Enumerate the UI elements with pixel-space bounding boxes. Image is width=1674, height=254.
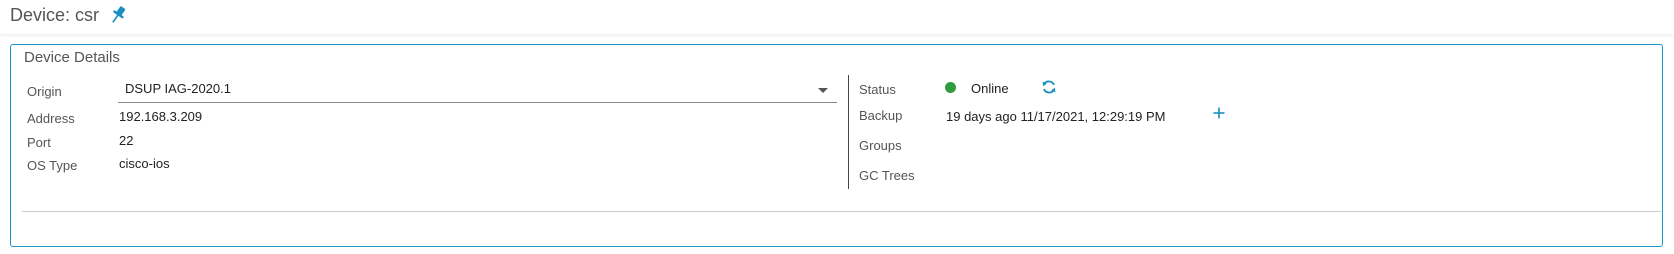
os-type-value: cisco-ios bbox=[119, 156, 170, 171]
status-label: Status bbox=[859, 82, 896, 97]
backup-value: 19 days ago 11/17/2021, 12:29:19 PM bbox=[946, 109, 1166, 124]
device-details-card: Device Details Origin DSUP IAG-2020.1 Ad… bbox=[10, 44, 1663, 247]
address-label: Address bbox=[27, 111, 75, 126]
status-indicator bbox=[945, 82, 956, 93]
os-type-label: OS Type bbox=[27, 158, 78, 173]
column-divider bbox=[848, 75, 849, 189]
card-title: Device Details bbox=[24, 49, 120, 66]
groups-label: Groups bbox=[859, 138, 902, 153]
refresh-icon[interactable] bbox=[1041, 79, 1057, 95]
port-label: Port bbox=[27, 135, 51, 150]
status-value: Online bbox=[971, 81, 1009, 96]
origin-label: Origin bbox=[27, 84, 62, 99]
origin-select[interactable]: DSUP IAG-2020.1 bbox=[118, 79, 837, 103]
origin-select-value: DSUP IAG-2020.1 bbox=[125, 81, 231, 96]
address-value: 192.168.3.209 bbox=[119, 109, 203, 124]
gc-trees-label: GC Trees bbox=[859, 168, 915, 183]
pin-icon[interactable] bbox=[107, 4, 129, 26]
page-header: Device: csr bbox=[0, 0, 1674, 34]
section-divider bbox=[22, 211, 1661, 212]
page-title: Device: csr bbox=[10, 5, 100, 25]
backup-label: Backup bbox=[859, 108, 903, 123]
add-icon[interactable] bbox=[1212, 106, 1226, 120]
chevron-down-icon bbox=[818, 88, 828, 93]
port-value: 22 bbox=[119, 133, 134, 148]
